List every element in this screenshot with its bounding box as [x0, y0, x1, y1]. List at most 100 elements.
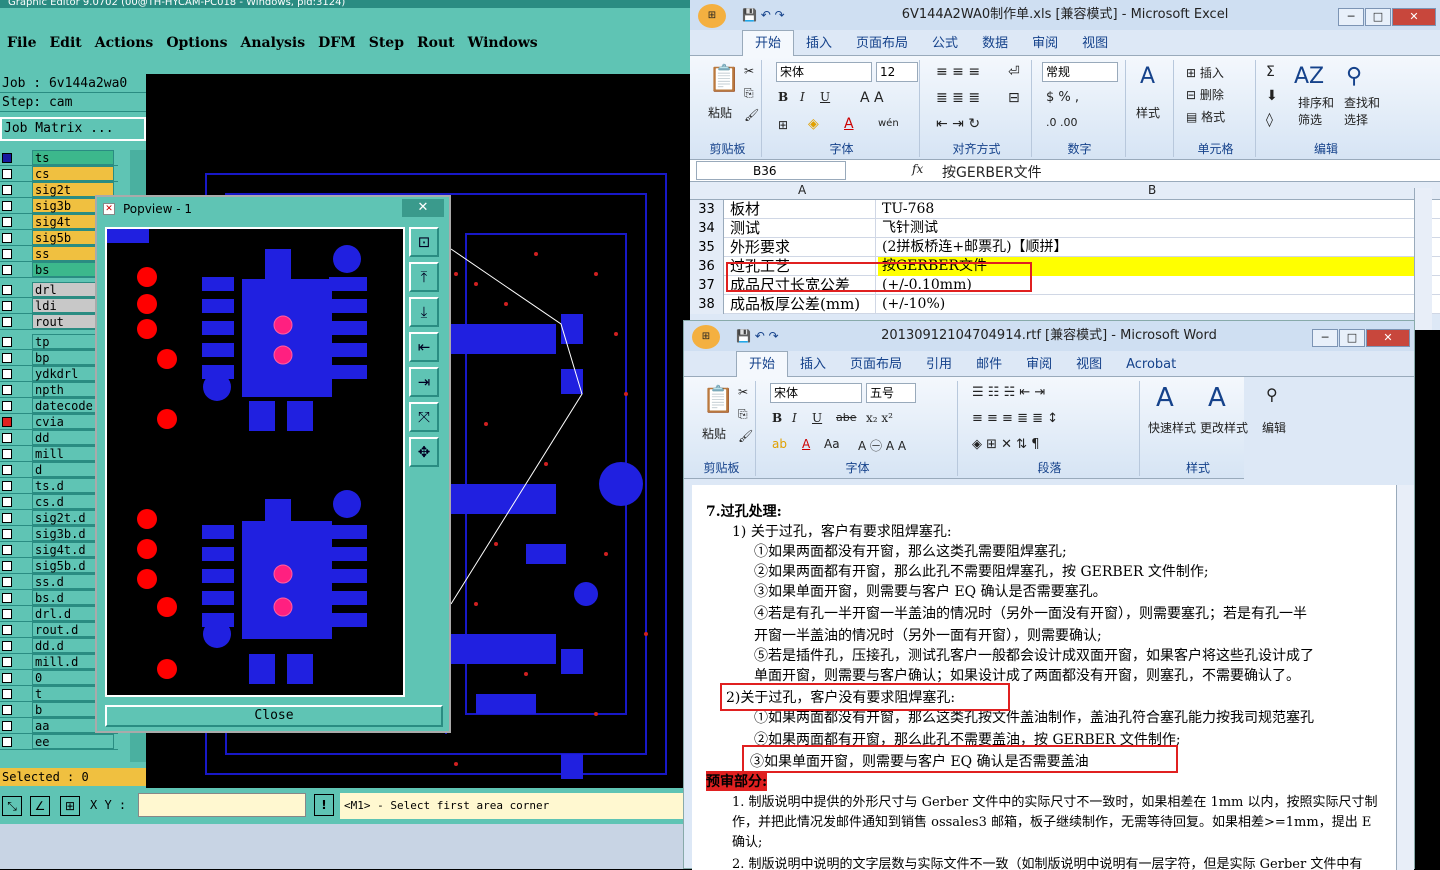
pan-down-icon[interactable]: ⤓: [409, 297, 439, 327]
popview-close-icon[interactable]: ✕: [402, 199, 444, 217]
word-align-icon[interactable]: ≡ ≡ ≡ ≣ ≣ ↕: [972, 411, 1058, 426]
word-vertical-scrollbar[interactable]: [1396, 485, 1414, 870]
clear-icon[interactable]: ◊: [1266, 112, 1273, 128]
layer-checkbox[interactable]: [2, 721, 12, 731]
layer-checkbox[interactable]: [2, 385, 12, 395]
col-header-a[interactable]: A: [798, 183, 806, 197]
layer-checkbox[interactable]: [2, 625, 12, 635]
word-tab-acrobat[interactable]: Acrobat: [1114, 352, 1188, 378]
row-number[interactable]: 35: [690, 238, 724, 257]
fill-icon[interactable]: ⬇: [1266, 88, 1278, 104]
menu-rout[interactable]: Rout: [417, 28, 455, 58]
alert-icon[interactable]: !: [314, 794, 334, 816]
zoom-in-icon[interactable]: ⤧: [409, 402, 439, 432]
layer-checkbox[interactable]: [2, 641, 12, 651]
styles-button[interactable]: 样式: [1136, 104, 1160, 121]
layer-checkbox[interactable]: [2, 401, 12, 411]
layer-checkbox[interactable]: [2, 689, 12, 699]
layer-checkbox[interactable]: [2, 737, 12, 747]
word-tab-page-layout[interactable]: 页面布局: [838, 352, 914, 378]
border-icon[interactable]: ⊞: [778, 118, 788, 132]
layer-checkbox[interactable]: [2, 449, 12, 459]
wrap-text-icon[interactable]: ⏎: [1008, 64, 1020, 80]
word-format-painter-icon[interactable]: 🖌: [738, 429, 753, 443]
cell-a[interactable]: 成品板厚公差(mm): [726, 295, 876, 314]
cell-b[interactable]: (+/-10%): [878, 295, 1414, 314]
row-number[interactable]: 34: [690, 219, 724, 238]
word-paste-button[interactable]: 粘贴: [702, 425, 726, 442]
layer-checkbox[interactable]: [2, 673, 12, 683]
change-case-icon[interactable]: Aa: [824, 437, 840, 451]
layer-checkbox[interactable]: [2, 217, 12, 227]
word-maximize-button[interactable]: □: [1339, 329, 1365, 347]
layer-checkbox[interactable]: [2, 369, 12, 379]
styles-icon[interactable]: A: [1140, 64, 1155, 89]
layer-checkbox[interactable]: [2, 497, 12, 507]
fx-icon[interactable]: fx: [912, 162, 923, 176]
merge-icon[interactable]: ⊟: [1008, 90, 1020, 106]
word-copy-icon[interactable]: ⎘: [738, 407, 748, 422]
number-format-box[interactable]: 常规: [1042, 62, 1118, 82]
menu-file[interactable]: File: [7, 28, 36, 58]
job-matrix-button[interactable]: Job Matrix ...: [0, 117, 146, 141]
word-quick-access-icon[interactable]: 💾 ↶ ↷: [736, 321, 779, 351]
grid-icon[interactable]: ⊞: [60, 796, 80, 816]
zoom-fit-icon[interactable]: ⊡: [409, 227, 439, 257]
layer-checkbox[interactable]: [2, 545, 12, 555]
office-button-icon[interactable]: ⊞: [698, 4, 726, 28]
cell-a[interactable]: 测试: [726, 219, 876, 238]
word-font-name-box[interactable]: 宋体: [770, 383, 862, 403]
xy-input[interactable]: [138, 793, 306, 817]
word-minimize-button[interactable]: ─: [1312, 329, 1338, 347]
layer-row[interactable]: ee: [0, 734, 118, 750]
word-tab-references[interactable]: 引用: [914, 352, 964, 378]
format-cells-button[interactable]: ▤ 格式: [1186, 108, 1225, 125]
row-number[interactable]: 33: [690, 200, 724, 219]
name-box[interactable]: B36: [696, 161, 846, 180]
phonetic-icon[interactable]: wén: [878, 118, 899, 129]
font-name-box[interactable]: 宋体: [776, 62, 872, 82]
word-font-color-icon[interactable]: A: [802, 437, 810, 451]
zoom-out-icon[interactable]: ✥: [409, 437, 439, 467]
layer-checkbox[interactable]: [2, 577, 12, 587]
menu-dfm[interactable]: DFM: [318, 28, 356, 58]
paste-icon[interactable]: 📋: [708, 64, 740, 94]
quick-style-button[interactable]: 快速样式: [1148, 419, 1196, 436]
row-number[interactable]: 38: [690, 295, 724, 314]
layer-checkbox[interactable]: [2, 481, 12, 491]
bold-icon[interactable]: B: [778, 90, 788, 104]
row-number[interactable]: 37: [690, 276, 724, 295]
word-underline-icon[interactable]: U: [812, 411, 822, 425]
layer-checkbox[interactable]: [2, 233, 12, 243]
layer-checkbox[interactable]: [2, 513, 12, 523]
layer-checkbox[interactable]: [2, 561, 12, 571]
word-close-button[interactable]: ✕: [1366, 329, 1410, 347]
font-color-icon[interactable]: A: [844, 116, 854, 132]
sum-icon[interactable]: Σ: [1266, 64, 1275, 80]
layer-checkbox[interactable]: [2, 465, 12, 475]
align-left-icon[interactable]: ≣ ≣ ≣: [936, 90, 980, 106]
insert-cells-button[interactable]: ⊞ 插入: [1186, 64, 1224, 81]
bullets-icon[interactable]: ☰ ☷ ☵ ⇤ ⇥: [972, 385, 1045, 400]
measure-icon[interactable]: ∠: [30, 796, 50, 816]
find-select-icon[interactable]: ⚲: [1346, 64, 1362, 89]
maximize-button[interactable]: □: [1365, 8, 1391, 26]
layer-checkbox[interactable]: [2, 169, 12, 179]
excel-vertical-scrollbar[interactable]: [1414, 188, 1432, 330]
layer-checkbox[interactable]: [2, 265, 12, 275]
menu-windows[interactable]: Windows: [468, 28, 538, 58]
quick-access-icon[interactable]: 💾 ↶ ↷: [742, 0, 785, 30]
menu-edit[interactable]: Edit: [49, 28, 81, 58]
menu-step[interactable]: Step: [369, 28, 404, 58]
tab-data[interactable]: 数据: [970, 31, 1020, 57]
format-painter-icon[interactable]: 🖌: [744, 108, 759, 122]
tab-home[interactable]: 开始: [742, 30, 795, 57]
layer-row[interactable]: cs: [0, 166, 118, 182]
enclose-char-icon[interactable]: A ㊀ A A: [858, 437, 906, 454]
percent-icon[interactable]: $ % ,: [1046, 90, 1079, 105]
layer-checkbox[interactable]: [2, 301, 12, 311]
layer-checkbox[interactable]: [2, 353, 12, 363]
word-tab-mailings[interactable]: 邮件: [964, 352, 1014, 378]
subscript-icon[interactable]: x₂ x²: [866, 411, 893, 425]
tab-formulas[interactable]: 公式: [920, 31, 970, 57]
